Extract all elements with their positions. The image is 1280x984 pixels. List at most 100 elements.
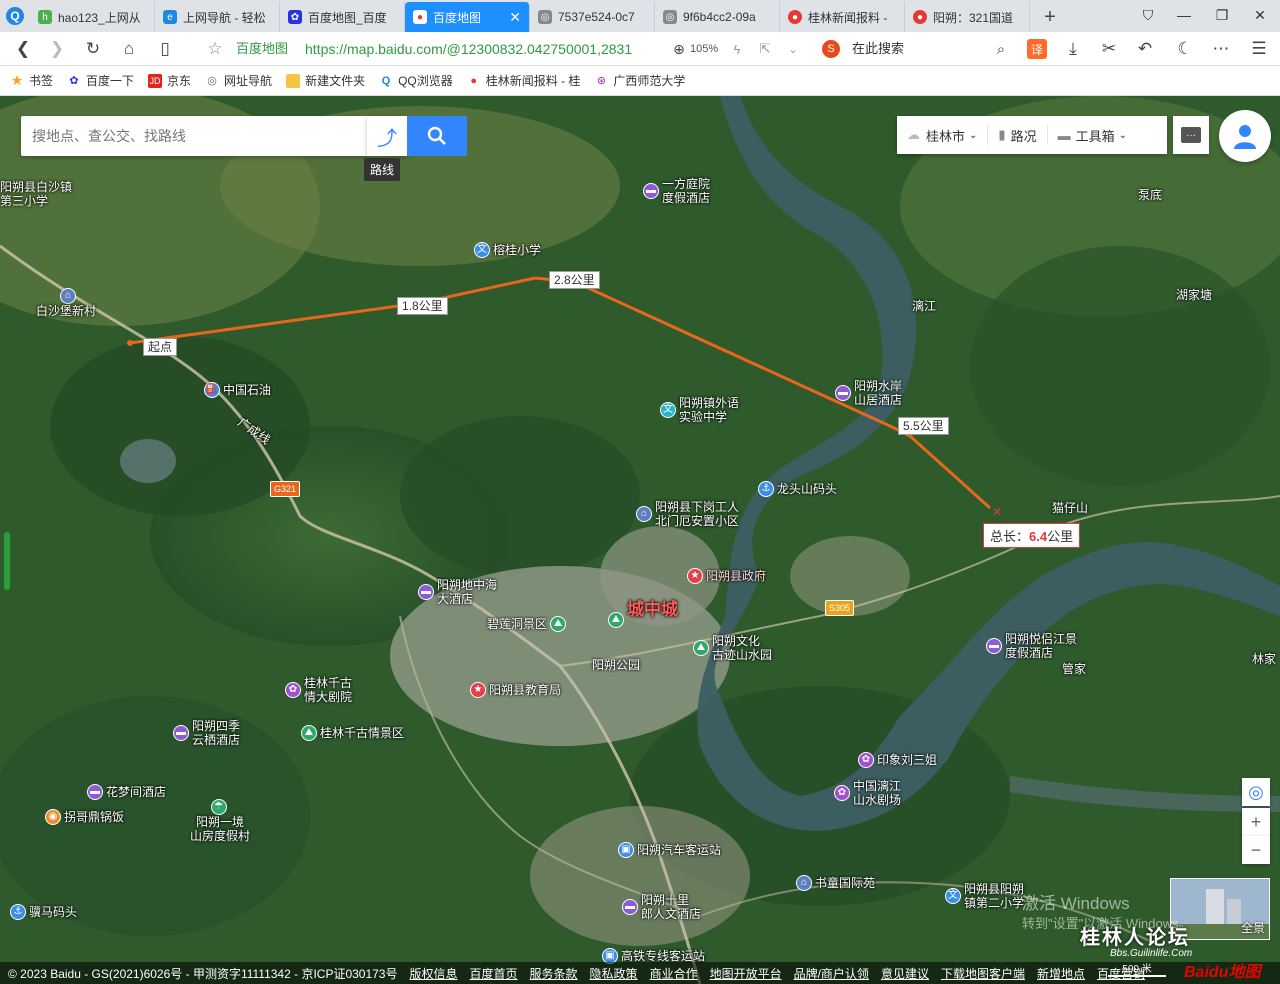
close-tab-icon[interactable]: ✕ — [509, 9, 521, 26]
reload-icon[interactable]: ↻ — [78, 32, 108, 66]
browser-logo-icon[interactable]: Q — [0, 0, 30, 32]
footer-link[interactable]: 意见建议 — [881, 965, 929, 982]
map-search-input[interactable] — [21, 116, 351, 156]
toolbox-button[interactable]: ▬ 工具箱 ⌄ — [1048, 125, 1137, 145]
search-engine-placeholder[interactable]: 在此搜索 — [852, 32, 904, 66]
route-button[interactable]: ⤴ — [367, 116, 407, 156]
poi-government[interactable]: ★ 阳朔县政府 — [687, 568, 766, 584]
menu-icon[interactable]: ☰ — [1244, 32, 1274, 66]
poi-hotel[interactable]: ▬ 阳朔四季 云栖酒店 — [173, 719, 240, 747]
restore-icon[interactable]: ❐ — [1204, 0, 1240, 30]
poi-school[interactable]: 文阳朔镇外语 实验中学 — [660, 396, 739, 424]
footer-link[interactable]: 新增地点 — [1037, 965, 1085, 982]
tab[interactable]: ● 桂林新闻报料 - — [780, 2, 905, 32]
road-shield: G321 — [270, 481, 301, 497]
bookmark-item[interactable]: ● 桂林新闻报料 - 桂 — [467, 72, 580, 89]
tab[interactable]: ● 阳朔：321国道 — [905, 2, 1030, 32]
tab[interactable]: h hao123_上网从 — [30, 2, 155, 32]
lightning-icon[interactable]: ϟ — [722, 32, 752, 66]
poi-scenic[interactable]: ⛰ 桂林千古情景区 — [301, 725, 404, 741]
poi-restaurant[interactable]: ◉ 拐哥鼎锅饭 — [45, 809, 124, 825]
scissors-icon[interactable]: ✂ — [1094, 32, 1124, 66]
poi-hotel[interactable]: ▬ 阳朔水岸 山居酒店 — [835, 379, 902, 407]
home-icon[interactable]: ⌂ — [114, 32, 144, 66]
poi-theater[interactable]: ✿ 印象刘三姐 — [858, 752, 937, 768]
footer-link[interactable]: 版权信息 — [410, 965, 458, 982]
tab[interactable]: e 上网导航 - 轻松 — [155, 2, 280, 32]
favorite-star-icon[interactable]: ☆ — [200, 32, 230, 66]
forum-watermark: 桂林人论坛 — [1080, 927, 1190, 949]
footer-link[interactable]: 百度首页 — [470, 965, 518, 982]
school-icon: 文 — [660, 402, 676, 418]
map-search-button[interactable] — [407, 116, 467, 156]
poi-theater[interactable]: ✿ 中国漓江 山水剧场 — [834, 779, 901, 807]
poi-school[interactable]: 文阳朔县阳朔 镇第二小学 — [945, 882, 1024, 910]
bookmark-item[interactable]: JD 京东 — [148, 72, 191, 89]
poi-area[interactable]: ⛰ 城中城 — [608, 601, 678, 628]
bookmark-item[interactable]: 新建文件夹 — [286, 72, 365, 89]
poi-scenic[interactable]: ⛰ 碧莲洞景区 — [487, 616, 569, 632]
translate-button[interactable]: 译 — [1022, 32, 1052, 66]
footer-link[interactable]: 下载地图客户端 — [941, 965, 1025, 982]
poi-hotel[interactable]: ▬ 花梦间酒店 — [87, 784, 166, 800]
bookmark-item[interactable]: ✿ 百度一下 — [67, 72, 134, 89]
chevron-down-icon[interactable]: ⌄ — [778, 32, 808, 66]
undo-icon[interactable]: ↶ — [1130, 32, 1160, 66]
bookmark-item[interactable]: ⊛ 广西师范大学 — [594, 72, 686, 89]
footer-link[interactable]: 地图开放平台 — [710, 965, 782, 982]
poi-hotel[interactable]: ▬ 阳朔十里 郎人文酒店 — [622, 893, 701, 921]
traffic-button[interactable]: ▮ 路况 — [988, 125, 1048, 145]
poi-scenic[interactable]: ⛰ 阳朔文化 古迹山水园 — [693, 634, 772, 662]
poi-hotel[interactable]: ▬ 阳朔地中海 大酒店 — [418, 578, 497, 606]
search-icon[interactable]: ⌕ — [986, 32, 1016, 66]
poi-community[interactable]: ⌂ 书童国际苑 — [796, 875, 875, 891]
poi-government[interactable]: ★ 阳朔县教育局 — [470, 682, 561, 698]
reader-icon[interactable]: ▯ — [150, 32, 180, 66]
footer-link[interactable]: 品牌/商户认领 — [794, 965, 869, 982]
tab[interactable]: ◎ 7537e524-0c7 — [530, 2, 655, 32]
bookmark-item[interactable]: ◎ 网址导航 — [205, 72, 272, 89]
toolbox-icon: ▬ — [1057, 127, 1071, 143]
poi-community[interactable]: ⌂ 阳朔县下岗工人 北门厄安置小区 — [636, 500, 739, 528]
night-mode-icon[interactable]: ☾ — [1170, 32, 1200, 66]
poi-theater[interactable]: ✿ 桂林千古 情大剧院 — [285, 676, 352, 704]
forward-icon[interactable]: ❯ — [42, 32, 72, 66]
address-url[interactable]: https://map.baidu.com/@12300832.04275000… — [305, 32, 650, 66]
poi-pier[interactable]: ⚓ 龙头山码头 — [758, 481, 837, 497]
place-label: 泵底 — [1138, 188, 1163, 202]
city-selector[interactable]: ☁ 桂林市 ⌄ — [897, 125, 989, 145]
poi-resort[interactable]: ☂ 阳朔一境 山房度假村 — [190, 799, 250, 843]
search-engine-icon[interactable]: S — [816, 32, 846, 66]
share-icon[interactable]: ⇱ — [750, 32, 780, 66]
new-tab-button[interactable]: + — [1030, 2, 1070, 32]
locate-icon[interactable]: ◎ — [1242, 778, 1270, 806]
bookmark-item[interactable]: Q QQ浏览器 — [379, 72, 453, 89]
satellite-map[interactable]: 起点 1.8公里 2.8公里 5.5公里 总长：6.4公里 ✕ ▬ 一方庭院 度假… — [0, 96, 1280, 984]
poi-bus-station[interactable]: ▣ 阳朔汽车客运站 — [618, 842, 721, 858]
bookmark-item[interactable]: ★ 书签 — [10, 72, 53, 89]
footer-link[interactable]: 商业合作 — [650, 965, 698, 982]
layer-slider[interactable] — [3, 531, 11, 591]
poi-hotel[interactable]: ▬ 一方庭院 度假酒店 — [643, 177, 710, 205]
user-button[interactable] — [1219, 110, 1271, 162]
poi-hotel[interactable]: ▬ 阳朔悦侣江景 度假酒店 — [986, 632, 1077, 660]
zoom-out-button[interactable]: − — [1242, 836, 1270, 864]
footer-link[interactable]: 服务条款 — [530, 965, 578, 982]
tab-list-icon[interactable]: ⛉ — [1130, 0, 1166, 30]
poi-gas-station[interactable]: ⛽ 中国石油 — [204, 382, 271, 398]
footer-link[interactable]: 隐私政策 — [590, 965, 638, 982]
message-button[interactable]: ··· — [1173, 116, 1209, 154]
minimize-icon[interactable]: — — [1166, 0, 1202, 30]
globe-icon: ◎ — [207, 75, 217, 87]
poi-pier[interactable]: ⚓ 骥马码头 — [10, 904, 77, 920]
poi-place[interactable]: ⌂ 白沙堡新村 — [36, 288, 96, 318]
tab[interactable]: ✿ 百度地图_百度 — [280, 2, 405, 32]
back-icon[interactable]: ❮ — [8, 32, 38, 66]
more-icon[interactable]: ⋯ — [1206, 32, 1236, 66]
tab-active[interactable]: ● 百度地图 ✕ — [405, 2, 530, 32]
download-icon[interactable]: ⤓ — [1058, 32, 1088, 66]
zoom-in-button[interactable]: + — [1242, 808, 1270, 836]
close-window-icon[interactable]: ✕ — [1242, 0, 1278, 30]
tab[interactable]: ◎ 9f6b4cc2-09a — [655, 2, 780, 32]
poi-school[interactable]: 文榕桂小学 — [474, 242, 541, 258]
